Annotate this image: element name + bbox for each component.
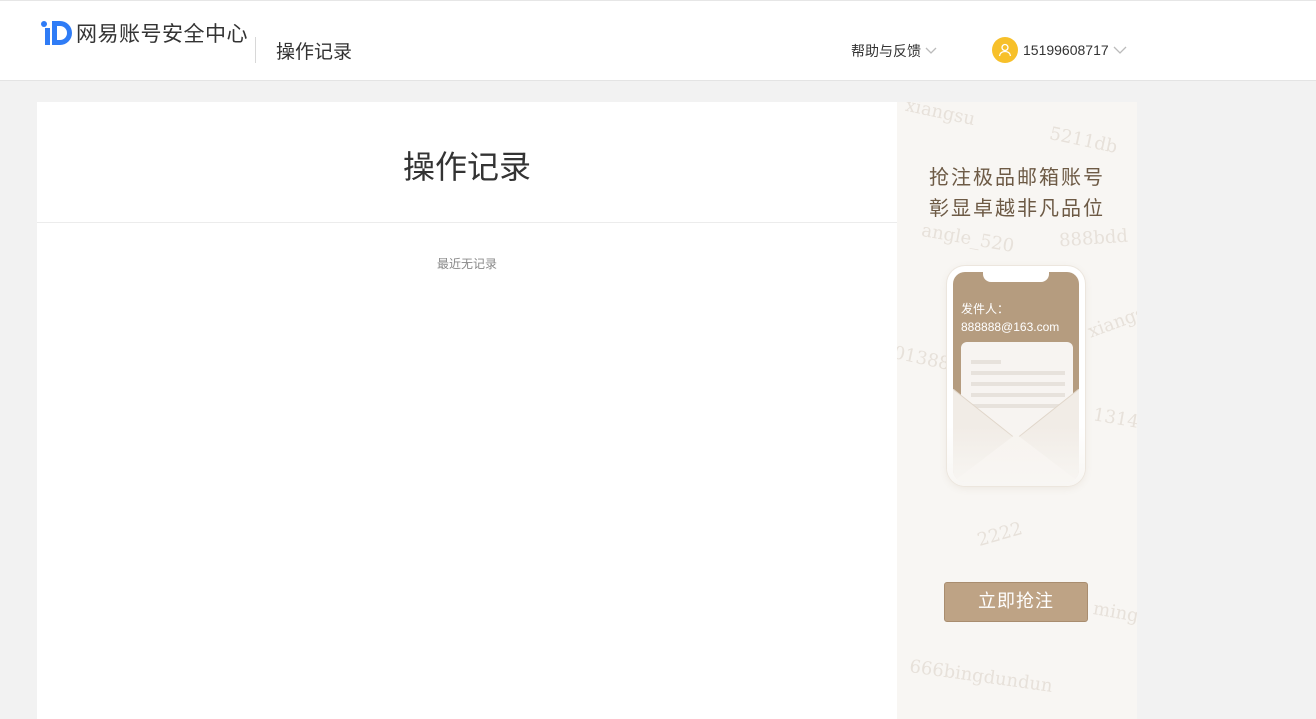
- sender-email: 888888@163.com: [961, 320, 1060, 334]
- user-icon: [998, 43, 1012, 57]
- title-divider: [37, 222, 897, 223]
- watermark-text: 2222: [974, 518, 1025, 551]
- chevron-down-icon: [925, 47, 937, 54]
- promo-headline-line1: 抢注极品邮箱账号: [929, 165, 1105, 189]
- watermark-text: angle_520: [919, 220, 1016, 257]
- user-phone: 15199608717: [1023, 42, 1109, 58]
- user-account-menu[interactable]: 15199608717: [992, 37, 1127, 63]
- id-logo-icon: [41, 21, 72, 45]
- header-divider: [255, 37, 256, 63]
- brand-logo[interactable]: 网易账号安全中心: [40, 20, 248, 46]
- chevron-down-icon: [1113, 46, 1127, 54]
- promo-headline-line2: 彰显卓越非凡品位: [929, 196, 1105, 220]
- watermark-text: 1314: [1091, 404, 1137, 433]
- top-navigation-bar: 网易账号安全中心 操作记录 帮助与反馈 15199608717: [0, 0, 1316, 81]
- header-page-title: 操作记录: [276, 41, 353, 63]
- watermark-text: xiangs: [1085, 302, 1137, 343]
- watermark-text: xiangsu: [903, 102, 978, 131]
- help-feedback-menu[interactable]: 帮助与反馈: [851, 41, 937, 61]
- phone-illustration: 发件人： 888888@163.com: [947, 266, 1085, 486]
- avatar: [992, 37, 1018, 63]
- page-title: 操作记录: [402, 148, 531, 186]
- watermark-text: 01388: [897, 342, 952, 375]
- email-promo-banner[interactable]: xiangsu 5211db angle_520 888bdd xiangs 0…: [897, 102, 1137, 719]
- sender-label: 发件人：: [961, 302, 1010, 316]
- operation-records-panel: 操作记录 最近无记录: [37, 102, 897, 719]
- empty-records-message: 最近无记录: [436, 257, 497, 271]
- help-feedback-label: 帮助与反馈: [851, 44, 921, 60]
- phone-notch: [983, 272, 1049, 282]
- brand-name: 网易账号安全中心: [76, 22, 248, 46]
- register-now-button[interactable]: 立即抢注: [944, 582, 1088, 622]
- watermark-text: 5211db: [1047, 123, 1120, 158]
- watermark-text: 666bingdundun: [908, 656, 1054, 697]
- watermark-text: 888bdd: [1058, 225, 1129, 252]
- watermark-text: ming: [1091, 598, 1137, 627]
- promo-headline: 抢注极品邮箱账号 彰显卓越非凡品位: [897, 162, 1137, 224]
